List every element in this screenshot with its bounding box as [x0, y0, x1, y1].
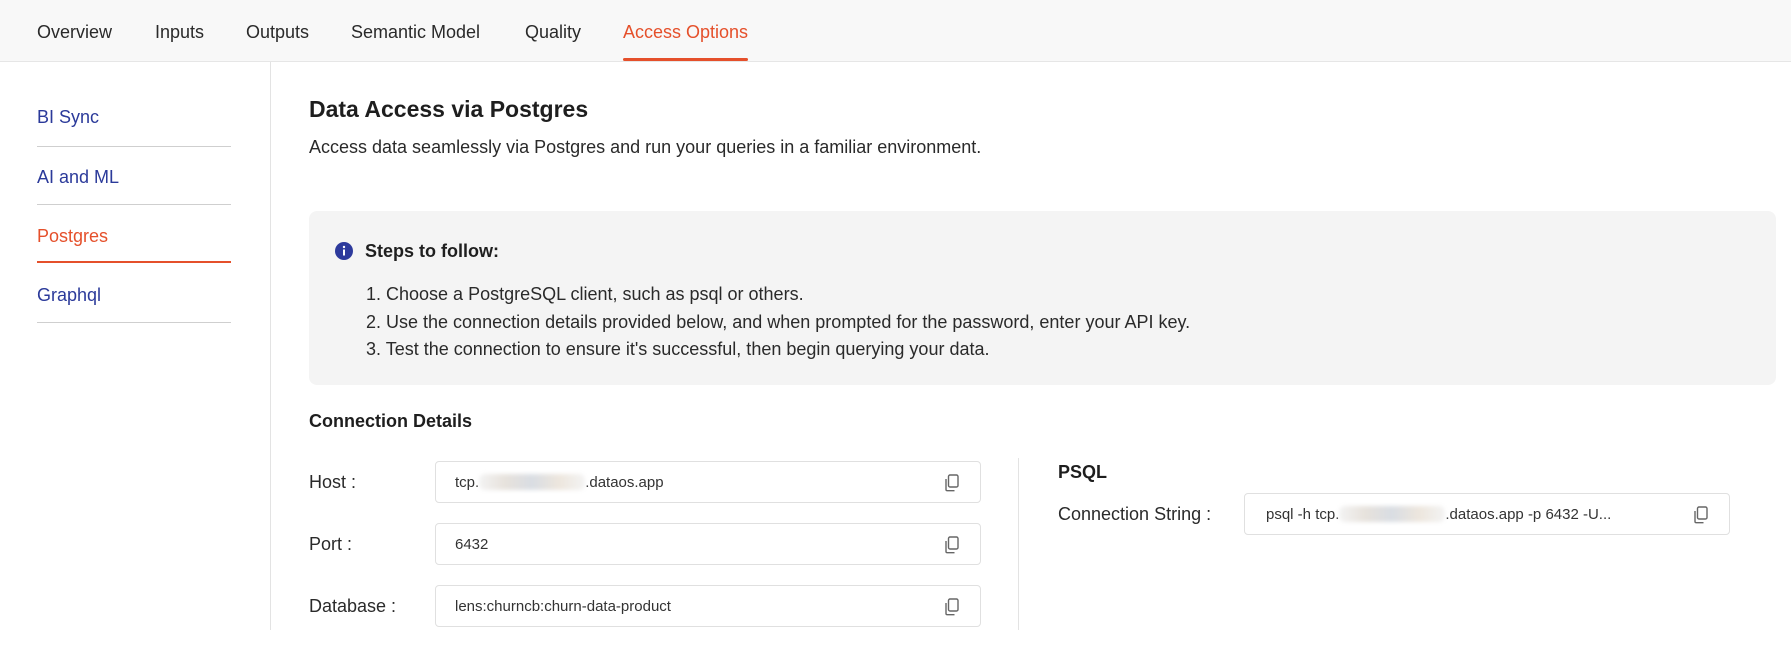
host-field: tcp. .dataos.app	[435, 461, 981, 503]
tab-semantic-model[interactable]: Semantic Model	[351, 22, 480, 43]
host-label: Host :	[309, 472, 357, 492]
sidebar-item-bi-sync[interactable]: BI Sync	[37, 87, 231, 147]
psql-heading: PSQL	[1058, 462, 1108, 482]
page-subtitle: Access data seamlessly via Postgres and …	[309, 137, 982, 157]
tab-access-options-label: Access Options	[623, 22, 749, 42]
port-field: 6432	[435, 523, 981, 565]
connection-string-value: psql -h tcp. .dataos.app -p 6432 -U...	[1266, 506, 1611, 523]
steps-heading: Steps to follow:	[365, 241, 499, 261]
database-label: Database :	[309, 596, 397, 616]
copy-icon[interactable]	[944, 474, 960, 492]
copy-icon[interactable]	[944, 598, 960, 616]
host-value-prefix: tcp.	[455, 474, 480, 491]
sidebar-item-ai-and-ml[interactable]: AI and ML	[37, 147, 231, 205]
section-divider	[1018, 458, 1019, 630]
connection-string-prefix: psql -h tcp.	[1266, 506, 1340, 523]
sidebar-item-label: Postgres	[37, 226, 109, 246]
host-value: tcp. .dataos.app	[455, 474, 664, 491]
sidebar-item-label: BI Sync	[37, 107, 100, 127]
sidebar-item-postgres[interactable]: Postgres	[37, 205, 231, 263]
port-value: 6432	[455, 536, 489, 553]
connection-string-suffix: .dataos.app -p 6432 -U...	[1445, 506, 1612, 523]
copy-icon[interactable]	[944, 536, 960, 554]
port-label: Port :	[309, 534, 353, 554]
connection-string-field: psql -h tcp. .dataos.app -p 6432 -U...	[1244, 493, 1730, 535]
sidebar-item-label: Graphql	[37, 285, 102, 305]
redacted-blur	[479, 474, 586, 490]
tab-overview[interactable]: Overview	[37, 22, 112, 43]
active-tab-indicator	[623, 58, 749, 61]
page-title: Data Access via Postgres	[309, 96, 589, 122]
redacted-blur	[1339, 506, 1446, 522]
copy-icon[interactable]	[1693, 506, 1709, 524]
connection-details-heading: Connection Details	[309, 411, 473, 431]
database-field: lens:churncb:churn-data-product	[435, 585, 981, 627]
top-tab-bar: Overview Inputs Outputs Semantic Model Q…	[0, 0, 1791, 62]
sidebar-item-label: AI and ML	[37, 167, 120, 187]
step-item: 3. Test the connection to ensure it's su…	[366, 339, 990, 359]
host-value-suffix: .dataos.app	[585, 474, 664, 491]
sidebar-item-graphql[interactable]: Graphql	[37, 264, 231, 323]
tab-quality[interactable]: Quality	[525, 22, 581, 43]
access-options-sidebar: BI Sync AI and ML Postgres Graphql	[0, 62, 271, 630]
database-value: lens:churncb:churn-data-product	[455, 598, 671, 615]
steps-panel: Steps to follow: 1. Choose a PostgreSQL …	[309, 211, 1776, 385]
tab-outputs[interactable]: Outputs	[246, 22, 309, 43]
connection-string-label: Connection String :	[1058, 504, 1212, 524]
steps-list: 1. Choose a PostgreSQL client, such as p…	[366, 281, 1190, 364]
step-item: 1. Choose a PostgreSQL client, such as p…	[366, 284, 804, 304]
step-item: 2. Use the connection details provided b…	[366, 311, 1191, 332]
tab-inputs[interactable]: Inputs	[155, 22, 204, 43]
info-icon	[335, 242, 353, 260]
tab-access-options[interactable]: Access Options	[623, 22, 749, 61]
